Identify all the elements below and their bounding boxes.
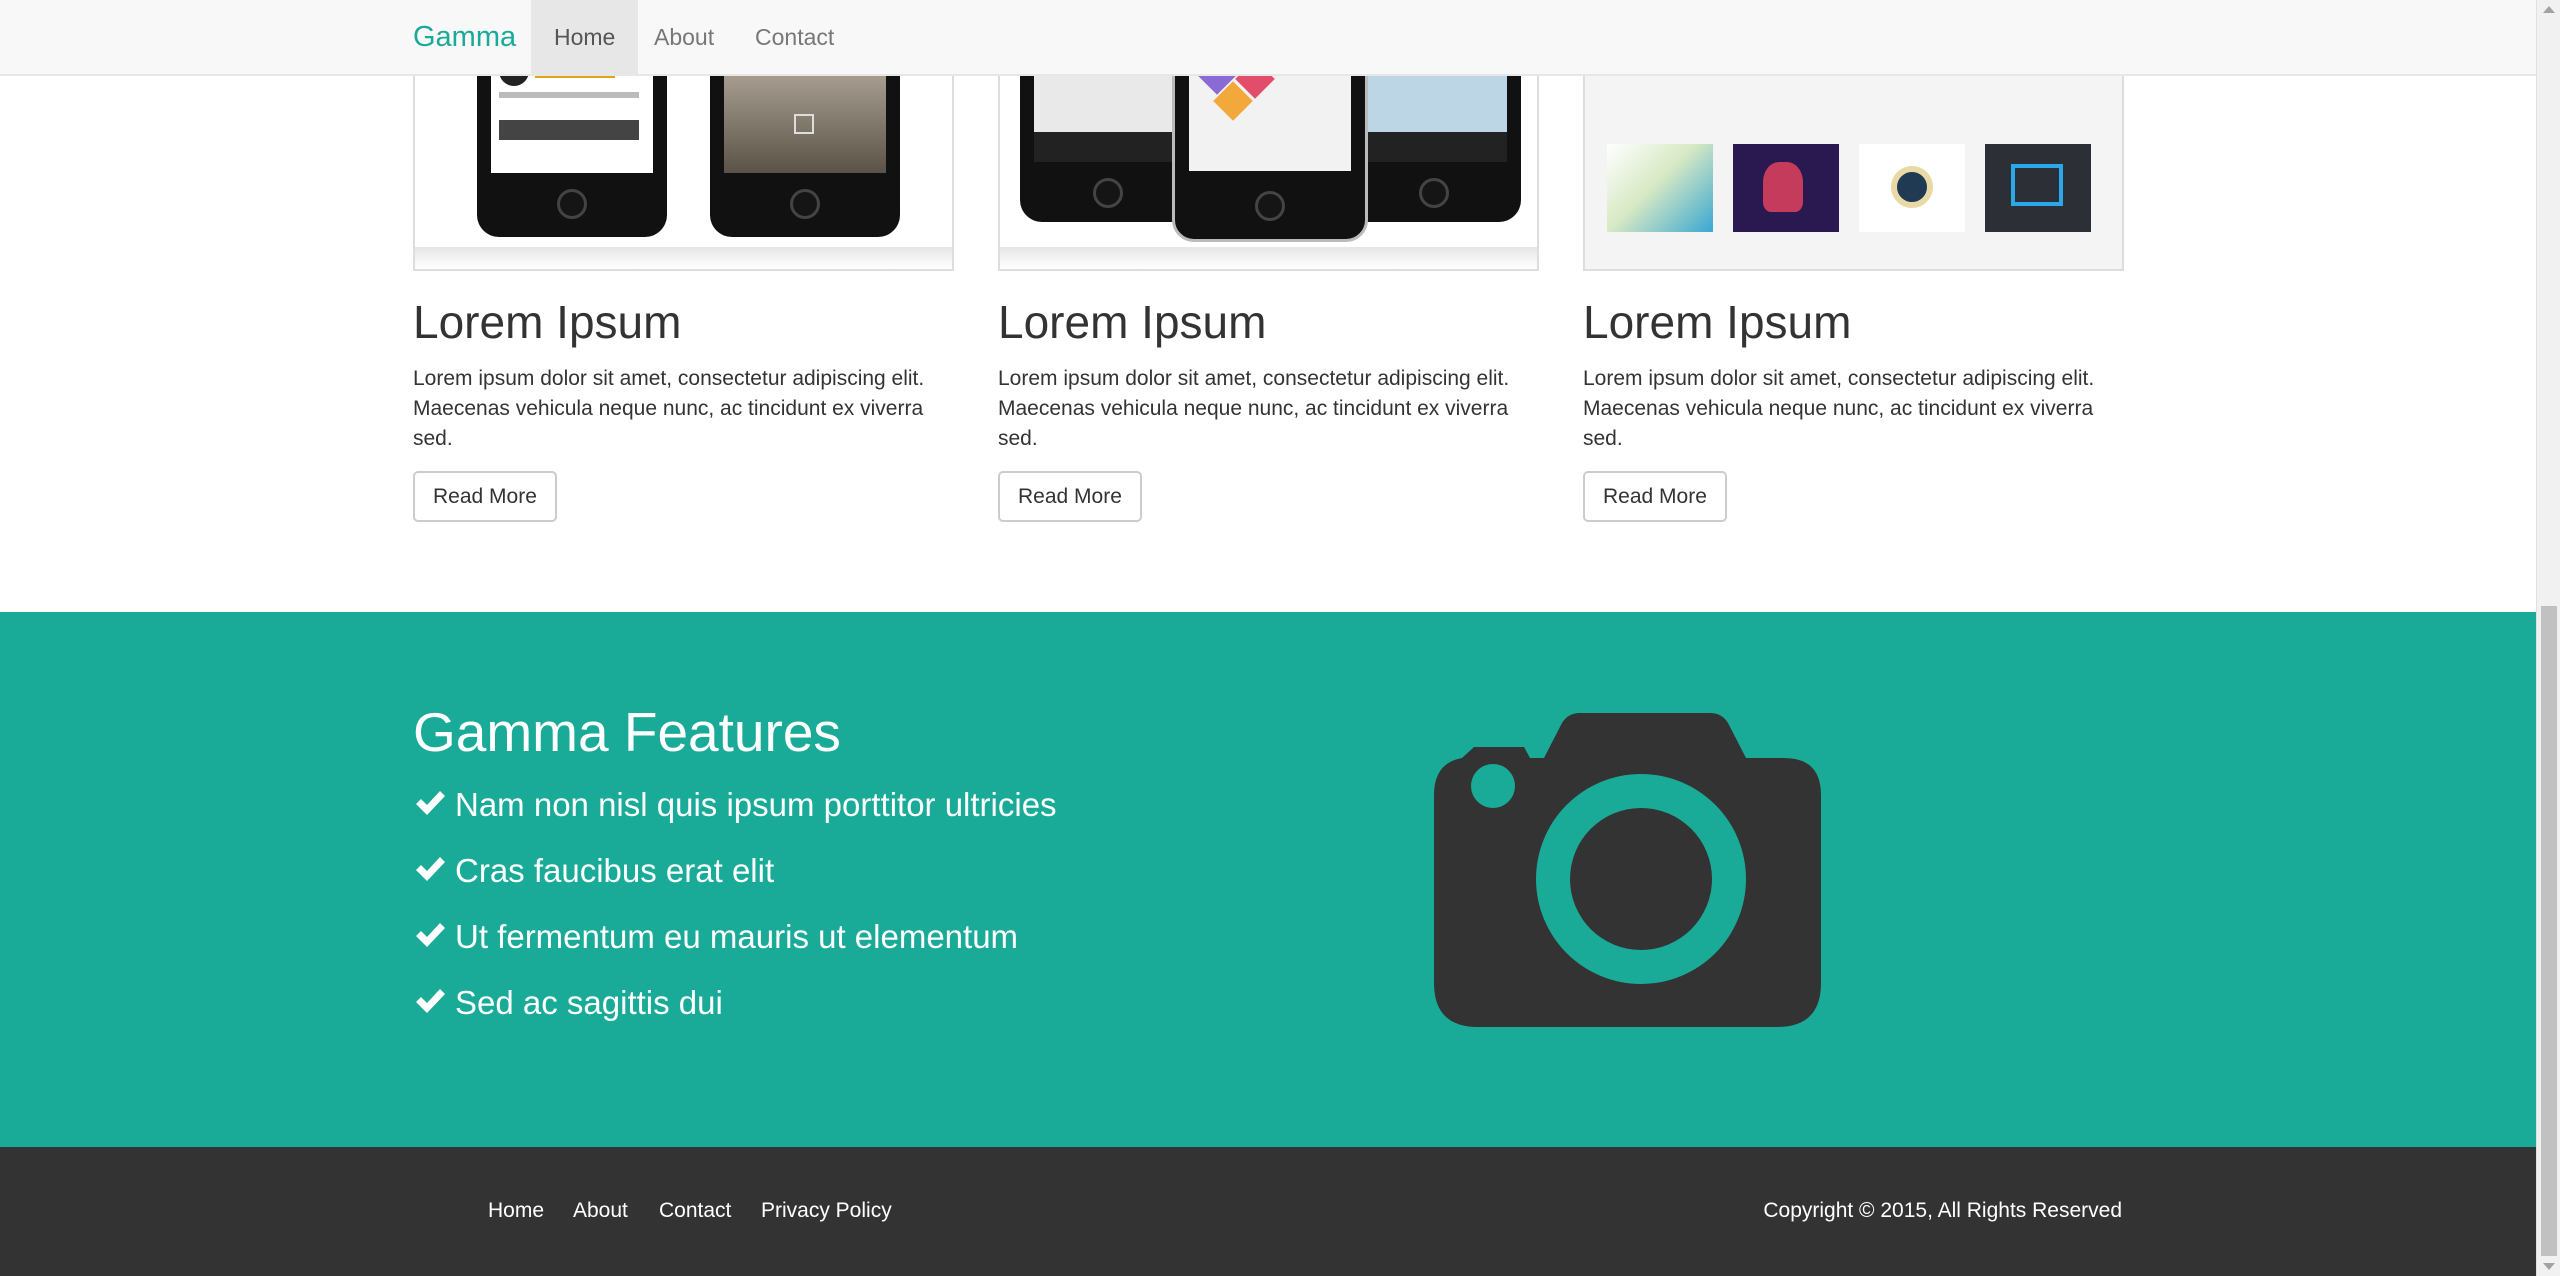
brand-logo[interactable]: Gamma xyxy=(413,0,516,74)
features-title: Gamma Features xyxy=(413,701,841,763)
gallery-tile xyxy=(1733,144,1839,232)
top-navbar: Gamma Home About Contact xyxy=(0,0,2536,76)
footer: Home About Contact Privacy Policy Copyri… xyxy=(0,1147,2536,1276)
read-more-button[interactable]: Read More xyxy=(1583,471,1727,522)
card-text: Lorem ipsum dolor sit amet, consectetur … xyxy=(998,367,1510,450)
feature-text: Nam non nisl quis ipsum porttitor ultric… xyxy=(455,786,1057,823)
scroll-thumb[interactable] xyxy=(2541,606,2557,1256)
nav-contact[interactable]: Contact xyxy=(732,0,857,74)
check-icon xyxy=(416,791,445,815)
camera-icon xyxy=(1434,713,1821,1027)
feature-text: Cras faucibus erat elit xyxy=(455,852,775,889)
gallery-tile xyxy=(1985,144,2091,232)
page-scrollbar[interactable] xyxy=(2536,0,2560,1276)
footer-link-privacy-policy[interactable]: Privacy Policy xyxy=(761,1199,892,1223)
feature-item: Nam non nisl quis ipsum porttitor ultric… xyxy=(413,786,1057,824)
card-title: Lorem Ipsum xyxy=(1583,296,1852,348)
nav-home[interactable]: Home xyxy=(531,0,639,74)
read-more-button[interactable]: Read More xyxy=(413,471,557,522)
check-icon xyxy=(416,923,445,947)
nav-about[interactable]: About xyxy=(631,0,737,74)
feature-text: Ut fermentum eu mauris ut elementum xyxy=(455,918,1019,955)
feature-item: Ut fermentum eu mauris ut elementum xyxy=(413,918,1018,956)
features-section: Gamma Features Nam non nisl quis ipsum p… xyxy=(0,612,2536,1147)
footer-link-home[interactable]: Home xyxy=(488,1199,544,1223)
footer-link-contact[interactable]: Contact xyxy=(659,1199,731,1223)
card-text: Lorem ipsum dolor sit amet, consectetur … xyxy=(1583,367,2095,450)
scroll-down-arrow-icon[interactable] xyxy=(2543,1263,2555,1270)
read-more-button[interactable]: Read More xyxy=(998,471,1142,522)
feature-item: Cras faucibus erat elit xyxy=(413,852,774,890)
card-title: Lorem Ipsum xyxy=(413,296,682,348)
gallery-tile xyxy=(1859,144,1965,232)
card-title: Lorem Ipsum xyxy=(998,296,1267,348)
scroll-up-arrow-icon[interactable] xyxy=(2543,6,2555,13)
gallery-tile xyxy=(1607,144,1713,232)
feature-item: Sed ac sagittis dui xyxy=(413,984,723,1022)
footer-link-about[interactable]: About xyxy=(573,1199,628,1223)
feature-text: Sed ac sagittis dui xyxy=(455,984,723,1021)
check-icon xyxy=(416,989,445,1013)
card-text: Lorem ipsum dolor sit amet, consectetur … xyxy=(413,367,925,450)
check-icon xyxy=(416,857,445,881)
copyright-text: Copyright © 2015, All Rights Reserved xyxy=(1763,1199,2122,1222)
